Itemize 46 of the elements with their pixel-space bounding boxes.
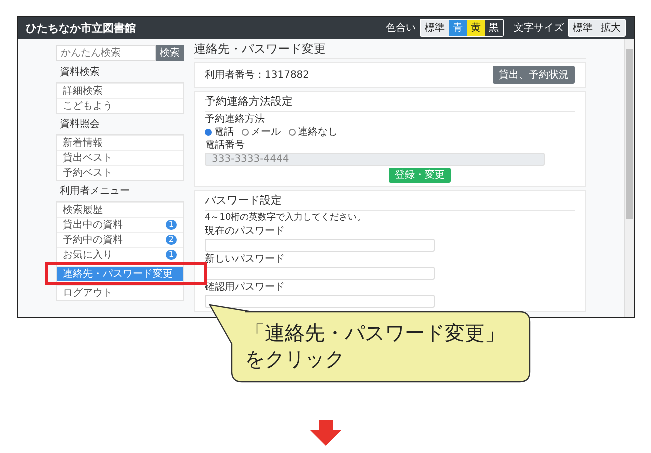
search-button[interactable]: 検索 (156, 45, 184, 61)
menu-item[interactable]: 予約中の資料 2 (57, 232, 183, 247)
radio-option[interactable]: 電話 (205, 127, 234, 138)
menu-item[interactable]: 新着情報 (57, 135, 183, 150)
field-label: 現在のパスワード (205, 226, 286, 237)
menu-heading: 資料検索 (60, 67, 101, 79)
menu-heading: 利用者メニュー (60, 186, 131, 198)
radio-option[interactable]: 連絡なし (289, 127, 338, 138)
loan-status-button[interactable]: 貸出、予約状況 (493, 66, 575, 84)
menu-item[interactable]: 予約ベスト (57, 165, 183, 180)
menu-item[interactable]: こどもよう (57, 98, 183, 113)
menu-heading: 資料照会 (60, 119, 101, 131)
menu-item[interactable]: 詳細検索 (57, 83, 183, 98)
section-heading: パスワード設定 (205, 194, 575, 211)
site-title: ひたちなか市立図書館 (26, 20, 137, 36)
down-arrow-icon (310, 420, 342, 446)
field-label: 予約連絡方法 (205, 114, 266, 125)
color-option[interactable]: 黒 (485, 20, 503, 36)
search-field[interactable]: かんたん検索 (56, 45, 156, 61)
text-size-label: 文字サイズ (514, 22, 564, 35)
user-number: 利用者番号：1317882 (205, 70, 310, 80)
color-option[interactable]: 黄 (467, 20, 485, 36)
section-heading: 予約連絡方法設定 (205, 95, 575, 112)
password-field[interactable] (205, 295, 435, 308)
color-label: 色合い (386, 22, 416, 35)
menu-item[interactable]: 貸出中の資料 1 (57, 217, 183, 232)
count-badge: 1 (166, 220, 177, 230)
color-option[interactable]: 標準 (421, 20, 449, 36)
count-badge: 1 (166, 250, 177, 260)
menu-item[interactable]: お気に入り 1 (57, 247, 183, 262)
text-size-option[interactable]: 標準 (569, 20, 597, 36)
callout-text: 「連絡先・パスワード変更」 (245, 320, 505, 346)
hint-text: 4～10桁の英数字で入力してください。 (205, 213, 368, 224)
field-label: 電話番号 (205, 140, 246, 151)
field-label: 新しいパスワード (205, 254, 286, 265)
text-size-option[interactable]: 拡大 (597, 20, 625, 36)
callout-text: をクリック (245, 346, 346, 372)
password-field[interactable] (205, 239, 435, 252)
scrollbar[interactable] (624, 39, 634, 317)
page-title: 連絡先・パスワード変更 (194, 39, 586, 59)
radio-option[interactable]: メール (242, 127, 281, 138)
password-field[interactable] (205, 267, 435, 280)
menu-item[interactable]: ログアウト (57, 285, 183, 300)
count-badge: 2 (166, 235, 177, 245)
menu-item[interactable]: 貸出ベスト (57, 150, 183, 165)
menu-item[interactable]: 検索履歴 (57, 202, 183, 217)
